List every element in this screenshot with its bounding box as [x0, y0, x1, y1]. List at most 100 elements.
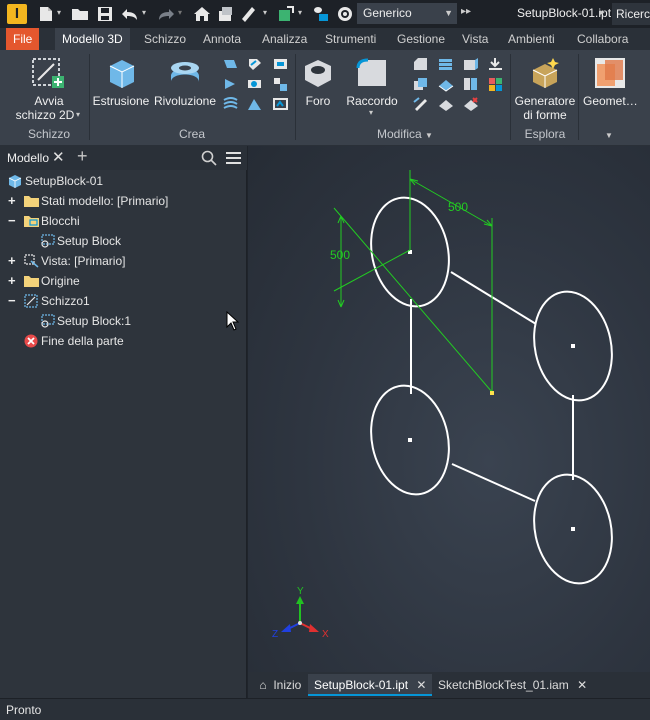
folder-icon	[24, 276, 39, 287]
select-icon[interactable]	[277, 5, 295, 23]
tab-modello-3d[interactable]: Modello 3D	[55, 28, 130, 50]
inventor-logo[interactable]: I	[7, 4, 27, 24]
fillet-dropdown-icon[interactable]: ▾	[369, 108, 373, 117]
geometry-button[interactable]: Geometria	[581, 52, 645, 122]
graphics-viewport[interactable]: 500 500 Y X Z	[248, 146, 650, 672]
emboss-icon[interactable]	[246, 76, 263, 92]
unwrap-icon[interactable]	[272, 96, 289, 112]
loft-icon[interactable]	[222, 56, 239, 72]
collapse-icon[interactable]: −	[8, 211, 17, 231]
expand-icon[interactable]: +	[8, 251, 17, 271]
coil-icon[interactable]	[222, 76, 239, 92]
new-file-icon[interactable]	[37, 5, 55, 23]
doc-tab-home[interactable]: ⌂ Inizio	[250, 674, 307, 696]
hole-button[interactable]: Foro	[298, 52, 338, 122]
split-icon[interactable]	[487, 56, 504, 72]
close-icon[interactable]: ✕	[577, 678, 587, 692]
revolve-button[interactable]: Rivoluzione	[152, 52, 218, 122]
undo-dropdown-icon[interactable]: ▾	[142, 8, 146, 17]
thicken-icon[interactable]	[437, 76, 454, 92]
redo-icon[interactable]	[157, 5, 175, 23]
fillet-button[interactable]: Raccordo ▾	[344, 52, 400, 122]
appearance-icon[interactable]	[336, 5, 354, 23]
material-icon[interactable]	[312, 5, 330, 23]
copy-object-icon[interactable]	[487, 76, 504, 92]
sweep-icon[interactable]	[246, 56, 263, 72]
overflow-arrows-icon[interactable]: ▸▸	[461, 6, 471, 17]
hamburger-menu-icon[interactable]	[226, 151, 241, 165]
new-dropdown-icon[interactable]: ▾	[57, 8, 61, 17]
combine-icon[interactable]	[412, 76, 429, 92]
tab-analizza[interactable]: Analizza	[255, 28, 314, 50]
tab-schizzo[interactable]: Schizzo	[137, 28, 193, 50]
tab-vista[interactable]: Vista	[455, 28, 495, 50]
tree-item-blocks[interactable]: − Blocchi	[0, 211, 247, 231]
dimension-vertical-value[interactable]: 500	[330, 248, 350, 262]
tree-item-end-of-part[interactable]: Fine della parte	[0, 331, 247, 351]
center-point[interactable]	[571, 344, 575, 348]
close-icon[interactable]: ✕	[52, 148, 65, 166]
tab-ambienti[interactable]: Ambienti	[501, 28, 562, 50]
measure-dropdown-icon[interactable]: ▾	[263, 8, 267, 17]
start-2d-sketch-button[interactable]: Avvia schizzo 2D ▾	[14, 52, 84, 122]
tree-item-view[interactable]: + Vista: [Primario]	[0, 251, 247, 271]
tree-item-setup-block[interactable]: Setup Block	[0, 231, 247, 251]
chamfer-icon[interactable]	[412, 56, 429, 72]
model-browser: Modello ✕ + SetupBlock-01 + Stati modell…	[0, 146, 247, 698]
import-icon[interactable]	[246, 96, 263, 112]
close-icon[interactable]: ✕	[416, 678, 426, 692]
expand-icon[interactable]: +	[8, 271, 17, 291]
open-folder-icon[interactable]	[71, 5, 89, 23]
tree-item-origin[interactable]: + Origine	[0, 271, 247, 291]
direct-edit-icon[interactable]	[412, 96, 429, 112]
dimension-horizontal-value[interactable]: 500	[448, 200, 468, 214]
sketch-canvas[interactable]: 500 500 Y X Z	[248, 146, 650, 672]
modifica-label: Modifica	[377, 127, 422, 141]
measure-icon[interactable]	[240, 5, 258, 23]
tab-file[interactable]: File	[6, 28, 40, 50]
panel-separator	[89, 54, 90, 140]
sketch-line[interactable]	[450, 271, 537, 325]
center-point[interactable]	[571, 527, 575, 531]
replace-face-icon[interactable]	[437, 96, 454, 112]
add-panel-icon[interactable]: +	[77, 146, 88, 167]
draft-icon[interactable]	[462, 56, 479, 72]
help-search-input[interactable]: Ricerca	[612, 3, 650, 25]
move-face-icon[interactable]	[462, 76, 479, 92]
undo-icon[interactable]	[121, 5, 139, 23]
tab-collabora[interactable]: Collabora	[570, 28, 635, 50]
update-icon[interactable]	[217, 5, 235, 23]
delete-face-icon[interactable]	[462, 96, 479, 112]
tree-item-setup-block-instance[interactable]: Setup Block:1	[0, 311, 247, 331]
tree-item-part[interactable]: SetupBlock-01	[0, 171, 247, 191]
browser-tab-label[interactable]: Modello	[7, 151, 49, 165]
doc-tab-sketchblocktest[interactable]: SketchBlockTest_01.iam ✕	[432, 674, 593, 696]
select-dropdown-icon[interactable]: ▾	[298, 8, 302, 17]
center-point[interactable]	[408, 438, 412, 442]
decal-icon[interactable]	[222, 96, 239, 112]
tree-item-sketch1[interactable]: − Schizzo1	[0, 291, 247, 311]
panel-overflow-dropdown-icon[interactable]: ▼	[605, 131, 613, 140]
appearance-dropdown[interactable]: Generico ▼	[357, 3, 457, 24]
shell-icon[interactable]	[437, 56, 454, 72]
sketch-dropdown-icon[interactable]: ▾	[76, 110, 80, 119]
shape-generator-button[interactable]: Generatore di forme	[513, 52, 577, 122]
doc-tab-setupblock[interactable]: SetupBlock-01.ipt ✕	[308, 674, 433, 696]
search-icon[interactable]	[201, 150, 217, 166]
tree-label: Origine	[41, 274, 80, 288]
save-icon[interactable]	[96, 5, 114, 23]
derive-icon[interactable]	[272, 76, 289, 92]
collapse-icon[interactable]: −	[8, 291, 17, 311]
extrude-button[interactable]: Estrusione	[92, 52, 150, 122]
expand-icon[interactable]: +	[8, 191, 17, 211]
panel-label-modifica[interactable]: Modifica ▼	[340, 127, 470, 141]
tab-annota[interactable]: Annota	[196, 28, 248, 50]
tab-strumenti[interactable]: Strumenti	[318, 28, 383, 50]
tree-item-model-states[interactable]: + Stati modello: [Primario]	[0, 191, 247, 211]
rib-icon[interactable]	[272, 56, 289, 72]
sketch-line[interactable]	[451, 463, 536, 502]
redo-dropdown-icon[interactable]: ▾	[178, 8, 182, 17]
sketch-end-point[interactable]	[490, 391, 494, 395]
tab-gestione[interactable]: Gestione	[390, 28, 452, 50]
home-icon[interactable]	[193, 5, 211, 23]
